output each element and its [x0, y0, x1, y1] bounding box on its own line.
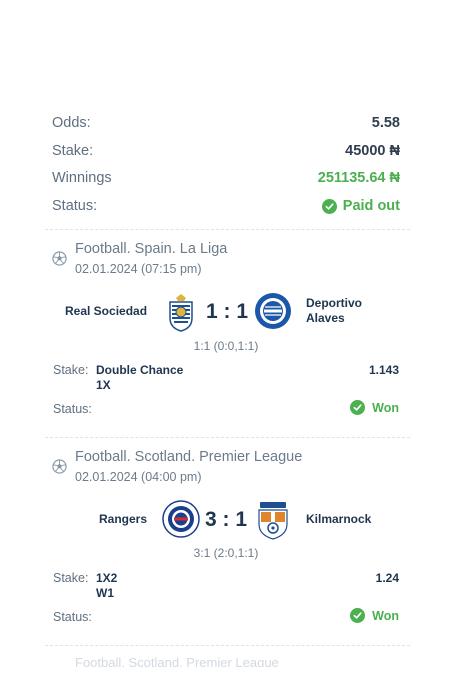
divider [45, 229, 410, 230]
market-outcome: W1 [96, 586, 114, 600]
football-icon [52, 459, 67, 474]
home-team-name: Rangers [99, 512, 148, 526]
winnings-row: Winnings 251135.64 ₦ [52, 168, 400, 188]
match-row: Rangers 3 : 1 Kilmarnock [40, 498, 430, 542]
event-date: 02.01.2024 (07:15 pm) [75, 262, 202, 276]
match-row: Real Sociedad 1 : 1 Deportivo Alaves [40, 290, 430, 334]
market-name: Double Chance [96, 363, 184, 377]
away-team-name: Kilmarnock [306, 512, 372, 526]
event-date: 02.01.2024 (04:00 pm) [75, 470, 202, 484]
check-circle-icon [350, 608, 366, 623]
divider [45, 645, 410, 646]
divider [45, 437, 410, 438]
status-paid-out: Paid out [321, 198, 400, 214]
event-status-label: Status: [53, 610, 92, 624]
score: 3 : 1 [204, 508, 248, 531]
stake-value: 45000 ₦ [345, 143, 400, 159]
real-sociedad-logo [169, 294, 193, 332]
winnings-label: Winnings [52, 170, 112, 186]
away-team-name: Deportivo Alaves [306, 296, 362, 326]
status-won-label: Won [372, 608, 399, 623]
status-won: Won [350, 400, 399, 415]
odds-label: Odds: [52, 115, 91, 131]
coefficient: 1.143 [368, 363, 399, 377]
winnings-value: 251135.64 ₦ [317, 170, 400, 186]
halftime-score: 3:1 (2:0,1:1) [193, 546, 259, 560]
odds-value: 5.58 [371, 115, 400, 131]
market-name: 1X2 [96, 571, 118, 585]
check-circle-icon [321, 198, 337, 214]
event-league: Football. Spain. La Liga [75, 241, 228, 257]
rangers-logo [162, 500, 200, 538]
market: 1X2 W1 [96, 571, 117, 601]
score: 1 : 1 [205, 300, 249, 323]
odds-row: Odds: 5.58 [52, 113, 400, 133]
stake-row: Stake: 45000 ₦ [52, 141, 400, 161]
event-league: Football. Scotland. Premier League [75, 449, 303, 465]
event-status-label: Status: [53, 402, 92, 416]
next-event-league-clipped: Football. Scotland. Premier League [75, 655, 279, 667]
deportivo-alaves-logo [255, 293, 291, 329]
football-icon [52, 251, 67, 266]
home-team-name: Real Sociedad [65, 304, 148, 318]
halftime-score: 1:1 (0:0,1:1) [193, 339, 259, 353]
event-stake-label: Stake: [53, 363, 89, 377]
market: Double Chance 1X [96, 363, 183, 393]
away-team-line1: Deportivo [306, 296, 363, 310]
status-row: Status: Paid out [52, 196, 400, 216]
event-stake-label: Stake: [53, 571, 89, 585]
status-won-label: Won [372, 400, 399, 415]
clipped-previous-row [52, 92, 400, 102]
kilmarnock-logo [258, 502, 288, 540]
stake-label: Stake: [52, 143, 94, 159]
away-team-line2: Alaves [306, 311, 345, 325]
market-outcome: 1X [96, 378, 111, 392]
status-label: Status: [52, 198, 98, 214]
coefficient: 1.24 [375, 571, 399, 585]
status-paid-out-label: Paid out [342, 198, 400, 214]
status-won: Won [350, 608, 399, 623]
check-circle-icon [350, 400, 366, 415]
